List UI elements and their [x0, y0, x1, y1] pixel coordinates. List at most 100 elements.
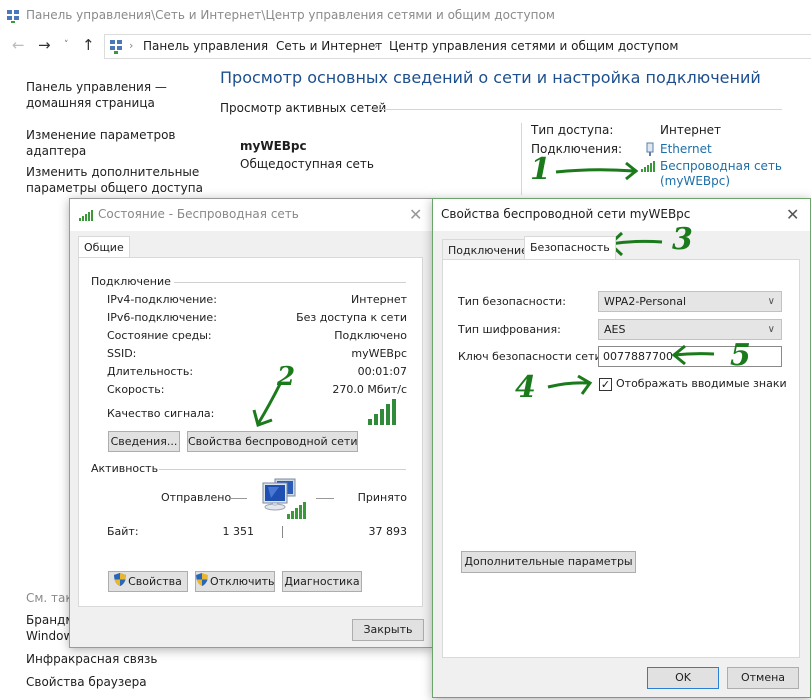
- annotation-4: 4: [515, 370, 536, 405]
- advanced-settings-button[interactable]: Дополнительные параметры: [461, 551, 636, 573]
- connection-wireless-link[interactable]: Беспроводная сеть (myWEBpc): [660, 159, 782, 189]
- breadcrumb-separator: ›: [374, 39, 379, 52]
- disable-button[interactable]: Отключить: [195, 571, 275, 592]
- connection-group-label: Подключение: [91, 275, 171, 288]
- encryption-type-select[interactable]: AES ∨: [598, 319, 782, 340]
- breadcrumb-network-internet[interactable]: Сеть и Интернет: [276, 39, 382, 53]
- link-line: Беспроводная сеть: [660, 159, 783, 173]
- wifi-signal-icon: [641, 160, 658, 175]
- window-titlebar: Панель управления\Сеть и Интернет\Центр …: [0, 0, 811, 32]
- divider: [159, 469, 406, 470]
- network-type-link[interactable]: Общедоступная сеть: [240, 157, 374, 171]
- close-button[interactable]: Закрыть: [352, 619, 424, 641]
- bytes-sent-value: 1 351: [222, 525, 255, 538]
- ethernet-icon: [645, 142, 655, 160]
- network-name: myWEBpc: [240, 139, 307, 153]
- address-bar[interactable]: › Панель управления › Сеть и Интернет › …: [104, 34, 811, 59]
- connection-ethernet-link[interactable]: Ethernet: [660, 142, 712, 156]
- navigation-bar: ← → ˅ ↑ › Панель управления › Сеть и Инт…: [0, 34, 811, 60]
- divider: [370, 109, 782, 110]
- link-line: Панель управления —: [26, 80, 167, 94]
- annotation-arrow-1: [555, 161, 639, 181]
- security-key-label: Ключ безопасности сети: [458, 350, 602, 363]
- received-label: Принято: [357, 491, 407, 504]
- tab-general[interactable]: Общие: [78, 236, 130, 257]
- wifi-signal-icon: [79, 209, 96, 224]
- security-type-select[interactable]: WPA2-Personal ∨: [598, 291, 782, 312]
- close-icon[interactable]: ✕: [786, 205, 799, 224]
- ipv4-label: IPv4-подключение:: [107, 293, 217, 306]
- general-panel: Подключение IPv4-подключение: Интернет I…: [78, 257, 423, 607]
- ssid-label: SSID:: [107, 347, 137, 360]
- properties-button[interactable]: Свойства: [108, 571, 188, 592]
- control-panel-icon: [6, 9, 20, 26]
- link-line: Изменить дополнительные: [26, 165, 200, 179]
- divider: [282, 526, 283, 538]
- network-computers-icon: [259, 476, 309, 523]
- button-label: Свойства: [128, 575, 182, 588]
- ssid-value: myWEBpc: [351, 347, 407, 360]
- chevron-down-icon: ∨: [767, 324, 775, 335]
- sidebar-link-home[interactable]: Панель управления — домашняя страница: [26, 79, 167, 111]
- selected-value: AES: [604, 323, 626, 336]
- dialog-title: Состояние - Беспроводная сеть: [98, 207, 299, 221]
- show-characters-label: Отображать вводимые знаки: [616, 377, 787, 390]
- window-title: Панель управления\Сеть и Интернет\Центр …: [26, 8, 555, 22]
- arrow-up-icon[interactable]: ↑: [82, 36, 95, 54]
- speed-label: Скорость:: [107, 383, 165, 396]
- diagnose-button[interactable]: Диагностика: [282, 571, 362, 592]
- annotation-1: 1: [530, 152, 551, 187]
- show-characters-checkbox[interactable]: ✓: [599, 378, 612, 391]
- wireless-properties-dialog: Свойства беспроводной сети myWEBpc ✕ Под…: [432, 198, 811, 698]
- link-line: адаптера: [26, 144, 87, 158]
- sidebar-link-infrared[interactable]: Инфракрасная связь: [26, 651, 157, 667]
- ipv6-label: IPv6-подключение:: [107, 311, 217, 324]
- tab-connection[interactable]: Подключение: [442, 239, 534, 260]
- close-icon[interactable]: ✕: [409, 205, 422, 224]
- security-panel: Тип безопасности: WPA2-Personal ∨ Тип ши…: [442, 259, 800, 658]
- breadcrumb-network-center[interactable]: Центр управления сетями и общим доступом: [389, 39, 678, 53]
- ipv4-value: Интернет: [351, 293, 407, 306]
- media-state-label: Состояние среды:: [107, 329, 212, 342]
- page-title: Просмотр основных сведений о сети и наст…: [220, 68, 761, 87]
- uac-shield-icon: [196, 572, 208, 592]
- chevron-down-icon[interactable]: ˅: [64, 40, 69, 50]
- link-line: (myWEBpc): [660, 174, 731, 188]
- annotation-5: 5: [730, 338, 751, 373]
- dialog-titlebar: Свойства беспроводной сети myWEBpc ✕: [433, 199, 810, 231]
- duration-value: 00:01:07: [357, 365, 407, 378]
- bytes-received-value: 37 893: [368, 525, 408, 538]
- link-line: Изменение параметров: [26, 128, 176, 142]
- tab-security[interactable]: Безопасность: [524, 236, 616, 259]
- breadcrumb-control-panel[interactable]: Панель управления: [143, 39, 268, 53]
- control-panel-icon: [109, 39, 123, 57]
- duration-label: Длительность:: [107, 365, 194, 378]
- divider: [229, 498, 247, 499]
- button-label: Отключить: [210, 575, 275, 588]
- access-type-value: Интернет: [660, 123, 722, 137]
- breadcrumb-separator: ›: [129, 39, 134, 52]
- divider: [521, 123, 522, 195]
- divider: [316, 498, 334, 499]
- signal-bar: [368, 419, 372, 425]
- activity-group-label: Активность: [91, 462, 159, 475]
- signal-bar: [386, 404, 390, 425]
- details-button[interactable]: Сведения...: [108, 431, 180, 452]
- cancel-button[interactable]: Отмена: [727, 667, 799, 689]
- selected-value: WPA2-Personal: [604, 295, 687, 308]
- checkmark-icon: ✓: [600, 378, 611, 391]
- arrow-left-icon[interactable]: ←: [12, 36, 25, 54]
- annotation-arrow-2: [252, 383, 282, 427]
- sidebar-link-adapter-settings[interactable]: Изменение параметров адаптера: [26, 127, 176, 159]
- breadcrumb-separator: ›: [261, 39, 266, 52]
- sidebar-link-browser-props[interactable]: Свойства браузера: [26, 674, 147, 690]
- dialog-titlebar: Состояние - Беспроводная сеть ✕: [70, 199, 432, 231]
- arrow-right-icon[interactable]: →: [38, 36, 51, 54]
- chevron-down-icon: ∨: [767, 296, 775, 307]
- security-type-label: Тип безопасности:: [458, 295, 566, 308]
- signal-bar: [392, 399, 396, 425]
- wireless-properties-button[interactable]: Свойства беспроводной сети: [187, 431, 358, 452]
- ok-button[interactable]: OK: [647, 667, 719, 689]
- sidebar-link-sharing-settings[interactable]: Изменить дополнительные параметры общего…: [26, 164, 203, 196]
- signal-strength-bars: [368, 399, 396, 425]
